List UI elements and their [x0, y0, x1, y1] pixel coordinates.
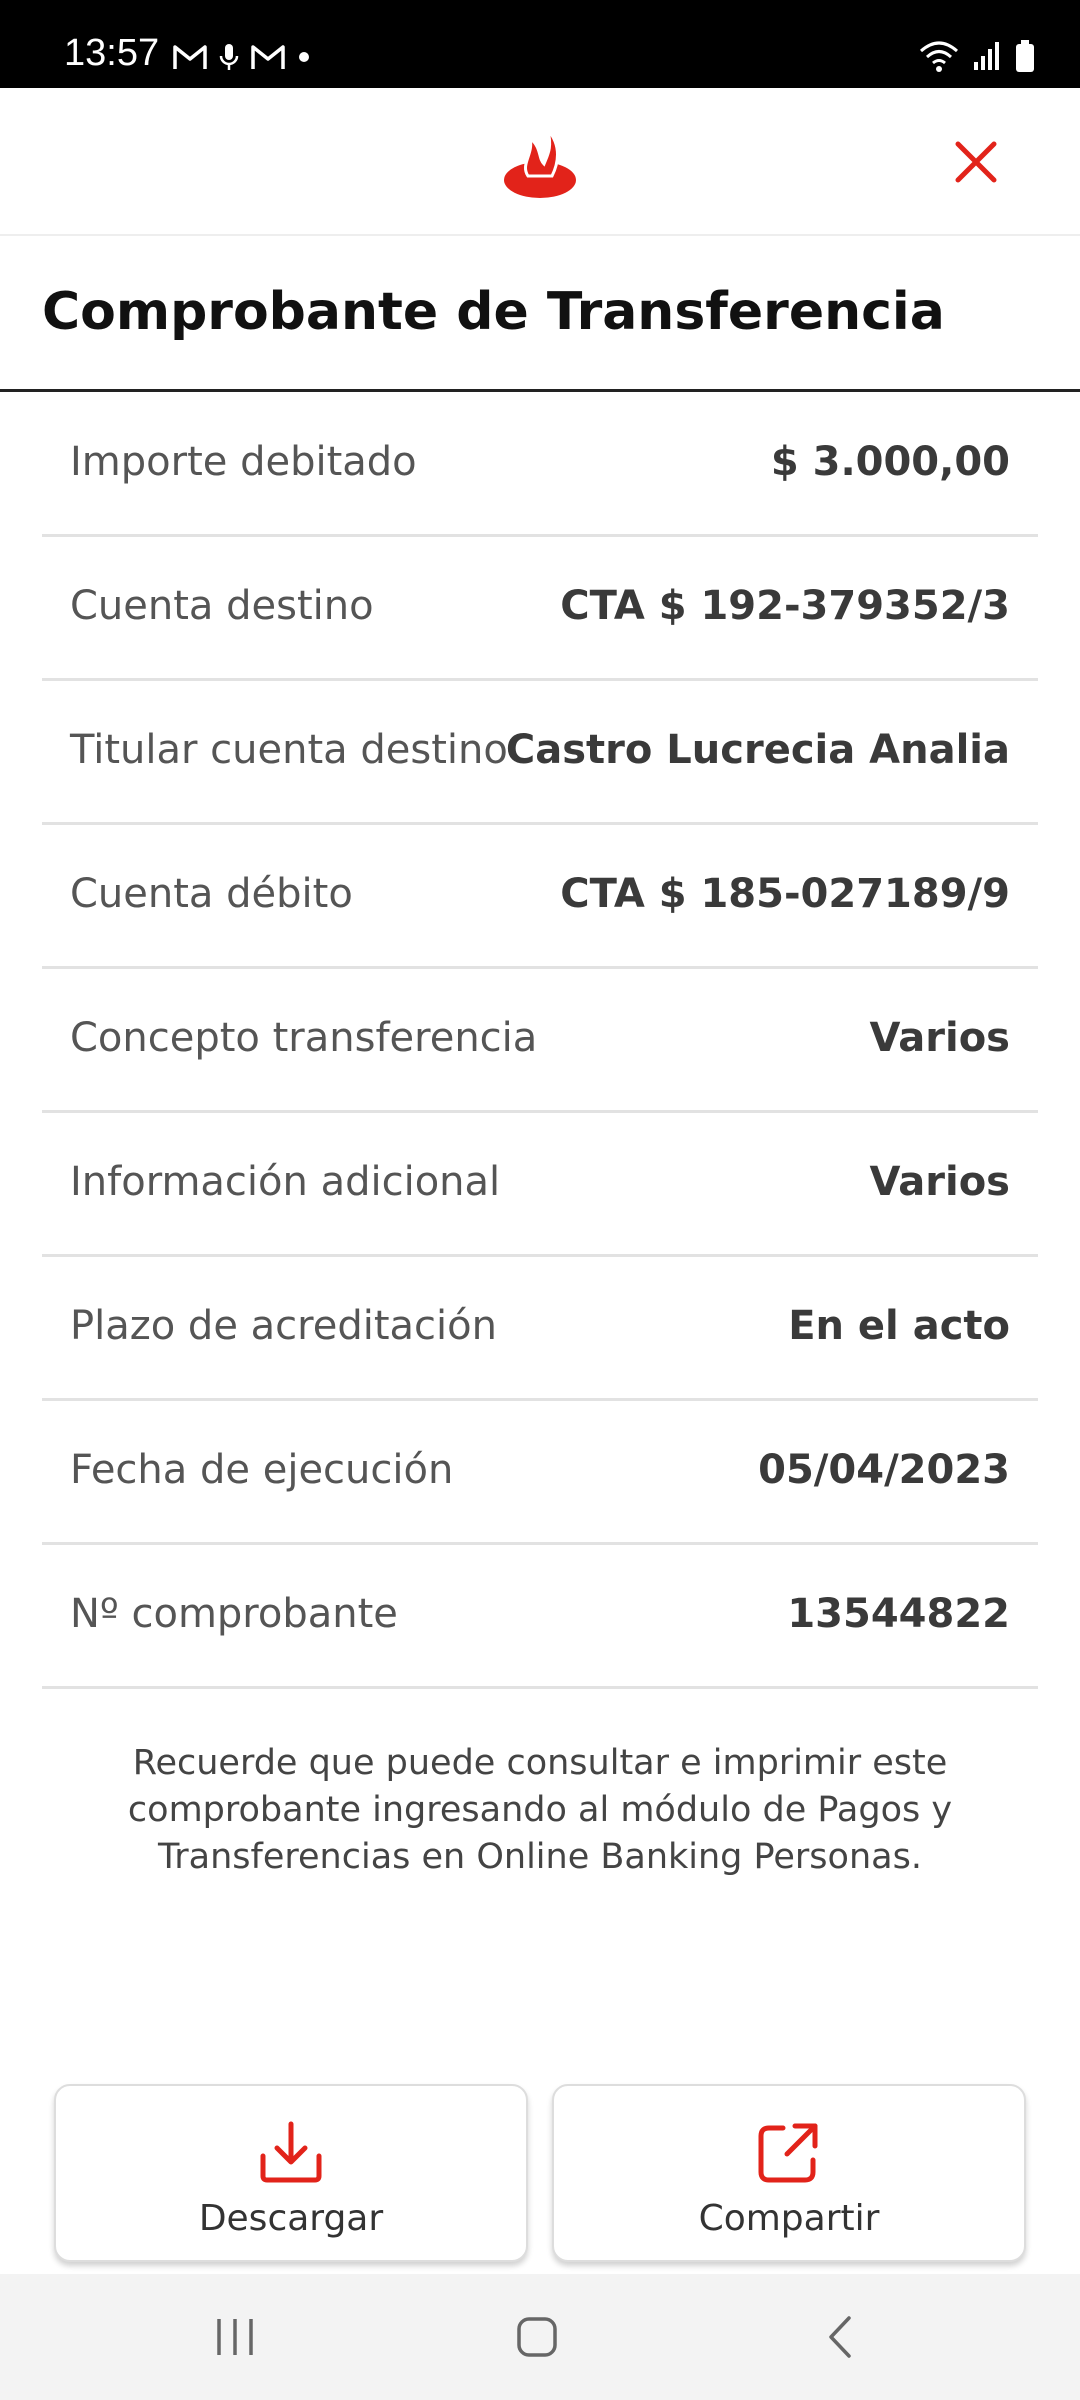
back-button[interactable] [800, 2304, 880, 2370]
status-time: 13:57 [64, 32, 160, 74]
detail-row-cuenta-destino: Cuenta destino CTA $ 192-379352/3 [42, 537, 1038, 681]
detail-row-comprobante: Nº comprobante 13544822 [42, 1545, 1038, 1689]
detail-label: Fecha de ejecución [70, 1447, 454, 1493]
detail-label: Plazo de acreditación [70, 1303, 497, 1349]
detail-value: CTA $ 192-379352/3 [560, 583, 1010, 629]
download-label: Descargar [198, 2198, 384, 2239]
battery-icon [1016, 40, 1034, 72]
download-icon [260, 2121, 322, 2183]
system-nav-bar [0, 2274, 1080, 2400]
app-header [0, 88, 1080, 236]
detail-value: $ 3.000,00 [770, 439, 1010, 485]
home-icon [517, 2317, 557, 2357]
transfer-details: Importe debitado $ 3.000,00 Cuenta desti… [42, 393, 1038, 1689]
share-icon [758, 2123, 818, 2183]
santander-flame-icon [504, 129, 576, 198]
detail-value: Castro Lucrecia Analia [505, 727, 1010, 773]
detail-row-informacion: Información adicional Varios [42, 1113, 1038, 1257]
close-icon [955, 141, 997, 183]
detail-value: En el acto [788, 1303, 1010, 1349]
detail-label: Titular cuenta destino [70, 727, 508, 773]
detail-label: Concepto transferencia [70, 1015, 538, 1061]
detail-row-concepto: Concepto transferencia Varios [42, 969, 1038, 1113]
detail-label: Cuenta destino [70, 583, 374, 629]
signal-icon [974, 42, 999, 70]
share-button[interactable]: Compartir [552, 2084, 1026, 2262]
footnote: Recuerde que puede consultar e imprimir … [127, 1743, 953, 1877]
recents-button[interactable] [195, 2304, 275, 2370]
detail-value: 13544822 [787, 1591, 1010, 1637]
detail-label: Nº comprobante [70, 1591, 398, 1637]
detail-row-titular: Titular cuenta destino Castro Lucrecia A… [42, 681, 1038, 825]
gmail-icon [173, 45, 207, 69]
detail-row-cuenta-debito: Cuenta débito CTA $ 185-027189/9 [42, 825, 1038, 969]
close-button[interactable] [942, 128, 1010, 196]
detail-value: Varios [869, 1015, 1011, 1061]
home-button[interactable] [497, 2304, 577, 2370]
detail-row-fecha: Fecha de ejecución 05/04/2023 [42, 1401, 1038, 1545]
page-title-bar: Comprobante de Transferencia [0, 236, 1080, 392]
detail-value: Varios [869, 1159, 1011, 1205]
notification-icons [172, 40, 312, 74]
system-icons [918, 36, 1036, 76]
mic-icon [219, 44, 239, 70]
detail-row-plazo: Plazo de acreditación En el acto [42, 1257, 1038, 1401]
detail-value: 05/04/2023 [758, 1447, 1010, 1493]
wifi-icon [920, 41, 958, 72]
gmail-icon [251, 45, 285, 69]
detail-label: Cuenta débito [70, 871, 353, 917]
download-button[interactable]: Descargar [54, 2084, 528, 2262]
dot-icon [299, 52, 309, 62]
recents-icon [217, 2319, 253, 2355]
back-icon [829, 2316, 851, 2358]
detail-label: Información adicional [70, 1159, 501, 1205]
detail-label: Importe debitado [70, 439, 417, 485]
detail-row-importe: Importe debitado $ 3.000,00 [42, 393, 1038, 537]
status-bar: 13:57 [0, 0, 1080, 88]
share-label: Compartir [698, 2198, 880, 2239]
page-title: Comprobante de Transferencia [42, 282, 945, 342]
detail-value: CTA $ 185-027189/9 [560, 871, 1010, 917]
